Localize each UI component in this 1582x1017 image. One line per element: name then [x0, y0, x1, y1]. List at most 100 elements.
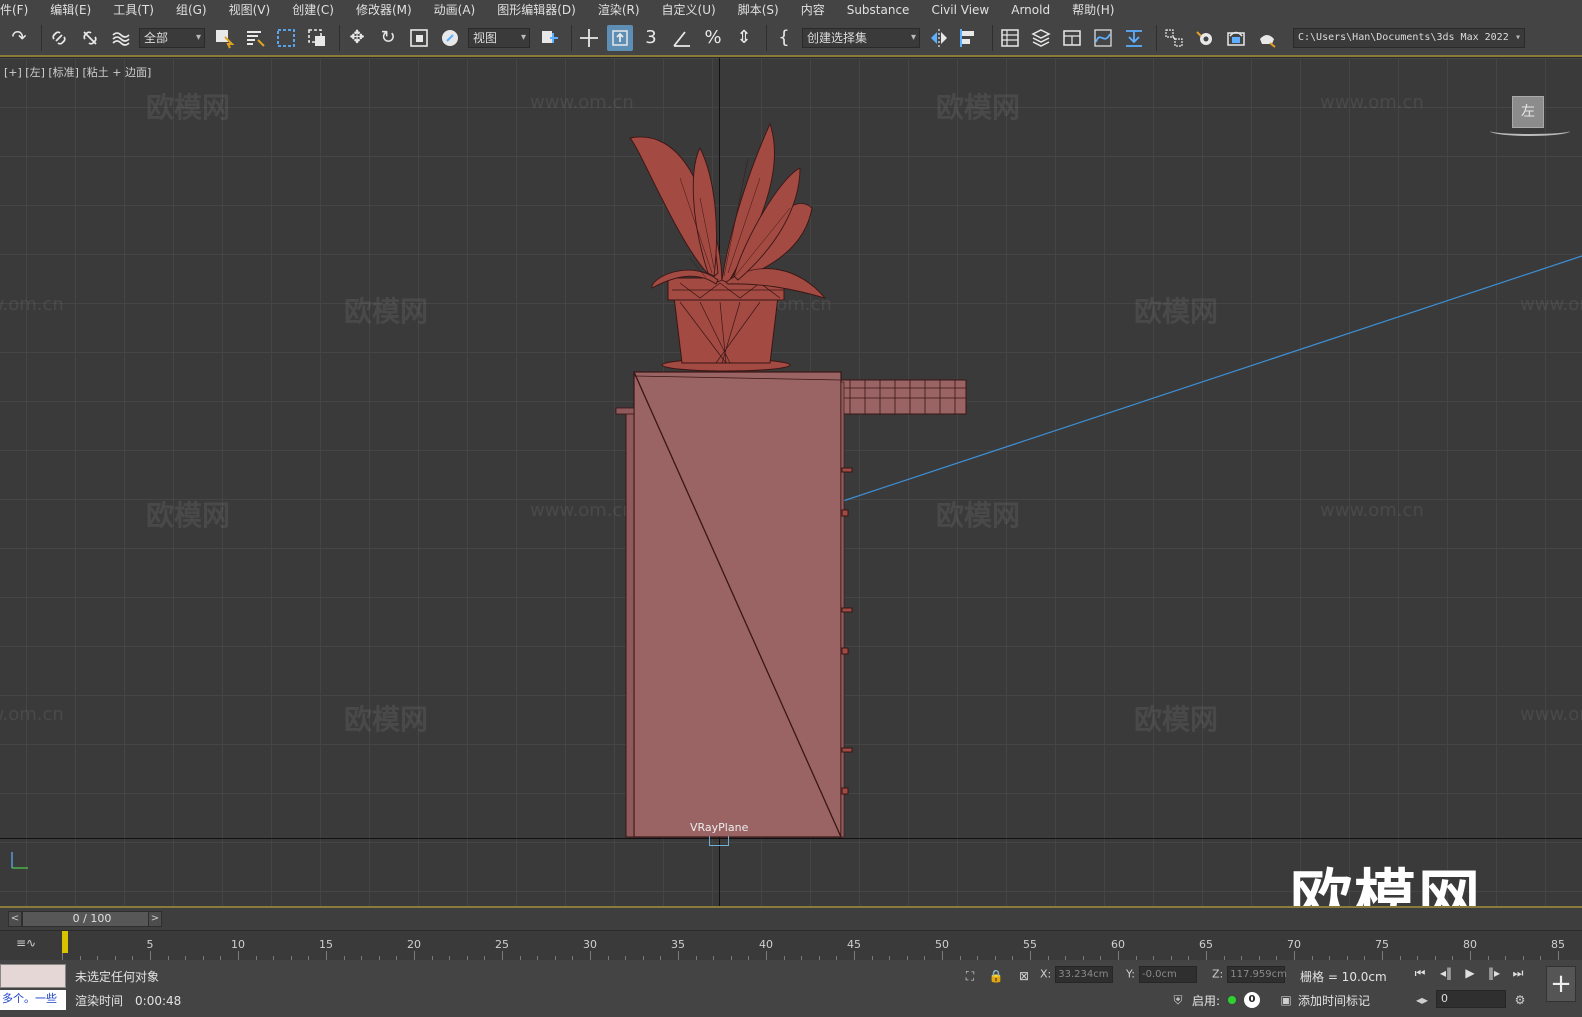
schematic-view-icon[interactable] [1121, 25, 1147, 51]
ruler-tick-label: 85 [1551, 938, 1565, 951]
viewport-left[interactable]: 欧模网 www.om.cn 欧模网 www.om.cn www.om.cn 欧模… [0, 58, 1582, 906]
ruler-tick-label: 75 [1375, 938, 1389, 951]
mirror-icon[interactable] [926, 25, 952, 51]
ruler-tick-label: 45 [847, 938, 861, 951]
scene-geometry[interactable] [0, 58, 1582, 906]
cabinet[interactable] [615, 371, 853, 838]
render-production-icon[interactable] [1254, 25, 1280, 51]
enable-count-badge[interactable]: 0 [1244, 992, 1260, 1008]
menu-scripting[interactable]: 脚本(S) [738, 0, 779, 20]
ruler-tick-label: 80 [1463, 938, 1477, 951]
rendered-frame-window-icon[interactable] [1223, 25, 1249, 51]
menu-modifiers[interactable]: 修改器(M) [356, 0, 412, 20]
menu-edit[interactable]: 编辑(E) [50, 0, 91, 20]
time-slider-prev-button[interactable]: < [8, 911, 22, 927]
select-by-name-icon[interactable] [242, 25, 268, 51]
edit-named-selection-icon[interactable]: { [771, 25, 797, 51]
menu-file[interactable]: 文件(F) [0, 0, 28, 20]
isolate-selection-icon[interactable]: ⛶ [962, 968, 978, 984]
unlink-icon[interactable] [77, 25, 103, 51]
previous-frame-icon[interactable]: ◂‖ [1436, 964, 1456, 982]
bind-space-warp-icon[interactable] [108, 25, 134, 51]
menu-arnold[interactable]: Arnold [1011, 0, 1050, 20]
menu-content[interactable]: 内容 [801, 0, 825, 20]
move-icon[interactable]: ✥ [344, 25, 370, 51]
menu-substance[interactable]: Substance [847, 0, 910, 20]
scene-explorer-icon[interactable] [997, 25, 1023, 51]
coord-y-label: Y: [1126, 967, 1135, 981]
absolute-mode-icon[interactable]: ⊠ [1016, 968, 1032, 984]
go-to-start-icon[interactable]: ⏮ [1410, 964, 1430, 982]
link-icon[interactable] [46, 25, 72, 51]
snaps-toggle-icon[interactable]: 3 [638, 25, 664, 51]
ruler-tick-label: 15 [319, 938, 333, 951]
maxscript-listener[interactable] [0, 964, 66, 988]
coord-x-field[interactable]: 33.234cm [1055, 966, 1114, 983]
rectangular-selection-icon[interactable] [273, 25, 299, 51]
curve-editor-icon[interactable] [1090, 25, 1116, 51]
mini-curve-editor-icon[interactable]: ≡∿ [16, 936, 36, 950]
go-to-end-icon[interactable]: ⏭ [1508, 964, 1528, 982]
selection-filter-dropdown[interactable]: 全部 [139, 27, 205, 48]
menu-graph-editors[interactable]: 图形编辑器(D) [497, 0, 576, 20]
percent-snap-icon[interactable]: % [700, 25, 726, 51]
rotate-icon[interactable]: ↻ [375, 25, 401, 51]
toggle-ribbon-icon[interactable] [1059, 25, 1085, 51]
select-manipulate-icon[interactable] [576, 25, 602, 51]
select-object-icon[interactable] [211, 25, 237, 51]
coord-z-field[interactable]: 117.959cm [1227, 966, 1287, 983]
current-frame-field[interactable]: 0 [1436, 990, 1506, 1008]
side-basket[interactable] [839, 379, 967, 415]
time-configuration-icon[interactable]: ⚙ [1512, 992, 1528, 1008]
next-frame-icon[interactable]: ‖▸ [1484, 964, 1504, 982]
menu-help[interactable]: 帮助(H) [1072, 0, 1114, 20]
named-selection-dropdown[interactable]: 创建选择集 [802, 27, 920, 48]
menu-civil-view[interactable]: Civil View [931, 0, 989, 20]
create-panel-plus-icon[interactable]: + [1546, 966, 1576, 1002]
time-slider-next-button[interactable]: > [148, 911, 162, 927]
redo-icon[interactable]: ↷ [6, 25, 32, 51]
time-tag-icon[interactable]: ▣ [1278, 992, 1294, 1008]
menu-bar: 文件(F) 编辑(E) 工具(T) 组(G) 视图(V) 创建(C) 修改器(M… [0, 0, 1582, 20]
spinner-snap-icon[interactable]: ⇕ [731, 25, 757, 51]
menu-view[interactable]: 视图(V) [229, 0, 271, 20]
scale-icon[interactable] [406, 25, 432, 51]
viewcube[interactable]: 左 [1512, 96, 1544, 128]
current-frame-marker[interactable] [62, 931, 68, 953]
place-icon[interactable] [437, 25, 463, 51]
layer-explorer-icon[interactable] [1028, 25, 1054, 51]
menu-group[interactable]: 组(G) [176, 0, 207, 20]
key-mode-icon[interactable]: ◂▸ [1414, 992, 1430, 1008]
menu-customize[interactable]: 自定义(U) [662, 0, 716, 20]
pivot-center-icon[interactable] [536, 25, 562, 51]
window-crossing-icon[interactable] [304, 25, 330, 51]
adaptive-degradation-icon[interactable]: ⛨ [1170, 992, 1186, 1008]
render-setup-icon[interactable] [1192, 25, 1218, 51]
viewport-label[interactable]: [+] [左] [标准] [粘土 + 边面] [4, 64, 151, 80]
vray-plane-icon[interactable] [709, 836, 729, 846]
menu-rendering[interactable]: 渲染(R) [598, 0, 640, 20]
track-bar[interactable]: ≡∿ 5 10 15 20 25 30 35 40 45 50 55 60 65 70 75 80 85 [0, 930, 1582, 961]
play-icon[interactable]: ▶ [1460, 964, 1480, 982]
menu-animation[interactable]: 动画(A) [434, 0, 476, 20]
spline-line[interactable] [839, 255, 1582, 503]
maxscript-mini-output[interactable]: 多个。一些 [0, 990, 66, 1010]
align-icon[interactable] [957, 25, 983, 51]
time-slider-thumb[interactable]: 0 / 100 [22, 911, 162, 927]
ruler-tick-label: 60 [1111, 938, 1125, 951]
plant-leaves[interactable] [629, 122, 827, 299]
keyboard-shortcut-override-icon[interactable] [607, 24, 633, 51]
menu-tools[interactable]: 工具(T) [113, 0, 154, 20]
selection-lock-icon[interactable]: 🔒 [988, 968, 1004, 984]
reference-coordinate-dropdown[interactable]: 视图 [468, 27, 530, 48]
plant-pot[interactable] [661, 277, 791, 372]
material-editor-icon[interactable] [1161, 25, 1187, 51]
add-time-tag[interactable]: 添加时间标记 [1298, 992, 1370, 1009]
menu-create[interactable]: 创建(C) [292, 0, 334, 20]
frame-ruler[interactable]: 5 10 15 20 25 30 35 40 45 50 55 60 65 70 75 80 85 [62, 931, 1572, 961]
angle-snap-icon[interactable] [669, 25, 695, 51]
coord-x-label: X: [1040, 967, 1052, 981]
project-path-dropdown[interactable]: C:\Users\Han\Documents\3ds Max 2022 [1293, 27, 1525, 48]
vray-plane-label[interactable]: VRayPlane [690, 821, 748, 834]
coord-y-field[interactable]: -0.0cm [1138, 966, 1197, 983]
